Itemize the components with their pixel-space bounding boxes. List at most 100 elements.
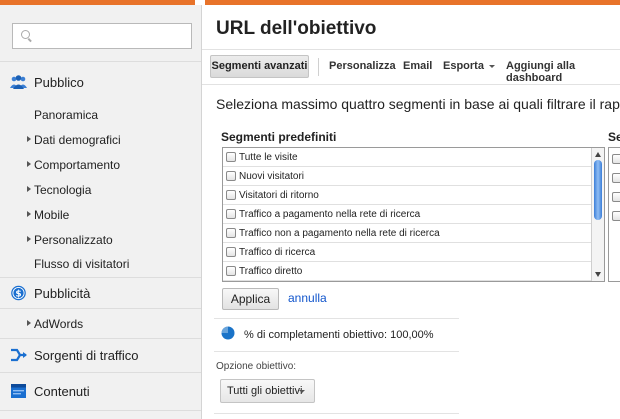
sidebar: Pubblico Panoramica Dati demografici Com… bbox=[0, 5, 202, 419]
content-icon bbox=[11, 384, 26, 398]
sidebar-section-label: Pubblico bbox=[34, 75, 84, 90]
sidebar-item-label: Dati demografici bbox=[34, 133, 121, 147]
sidebar-item-custom[interactable]: Personalizzato bbox=[0, 229, 201, 251]
divider bbox=[0, 308, 201, 309]
sidebar-item-adwords[interactable]: AdWords bbox=[0, 313, 201, 335]
scrollbar-thumb[interactable] bbox=[594, 160, 602, 220]
advanced-segments-button[interactable]: Segmenti avanzati bbox=[210, 55, 309, 78]
divider bbox=[214, 351, 459, 352]
dollar-icon: $ bbox=[11, 285, 26, 301]
segment-checkbox[interactable] bbox=[226, 152, 236, 162]
sidebar-item-label: Comportamento bbox=[34, 158, 121, 172]
sidebar-section-traffic-sources[interactable]: Sorgenti di traffico bbox=[0, 340, 201, 370]
sidebar-section-label: Sorgenti di traffico bbox=[34, 348, 139, 363]
toolbar-divider bbox=[318, 58, 319, 76]
expand-arrow-icon bbox=[27, 161, 31, 167]
goal-option-label: Opzione obiettivo: bbox=[216, 361, 297, 372]
segment-checkbox[interactable] bbox=[226, 247, 236, 257]
page-title: URL dell'obiettivo bbox=[216, 18, 377, 39]
export-button[interactable]: Esporta bbox=[443, 60, 495, 72]
divider bbox=[214, 413, 459, 414]
segment-checkbox[interactable] bbox=[612, 211, 620, 221]
sidebar-search[interactable] bbox=[12, 23, 192, 49]
expand-arrow-icon bbox=[27, 186, 31, 192]
add-to-dashboard-button[interactable]: Aggiungi alla dashboard bbox=[506, 60, 620, 84]
sidebar-item-visitors-flow[interactable]: Flusso di visitatori bbox=[0, 253, 201, 275]
sidebar-item-behavior[interactable]: Comportamento bbox=[0, 154, 201, 176]
segment-row[interactable]: Visitatori di ritorno bbox=[223, 186, 591, 205]
chevron-down-icon bbox=[488, 64, 495, 68]
predefined-segments-heading: Segmenti predefiniti bbox=[221, 130, 337, 144]
search-icon bbox=[21, 30, 30, 39]
sidebar-item-technology[interactable]: Tecnologia bbox=[0, 179, 201, 201]
expand-arrow-icon bbox=[27, 136, 31, 142]
divider bbox=[0, 410, 201, 411]
segment-label: Traffico diretto bbox=[239, 266, 303, 277]
segment-label: Visitatori di ritorno bbox=[239, 190, 319, 201]
expand-arrow-icon bbox=[27, 236, 31, 242]
sidebar-item-label: Mobile bbox=[34, 208, 70, 222]
segment-checkbox[interactable] bbox=[226, 171, 236, 181]
pie-chart-icon bbox=[221, 326, 235, 340]
sidebar-item-mobile[interactable]: Mobile bbox=[0, 204, 201, 226]
sidebar-section-label: Contenuti bbox=[34, 384, 90, 399]
segment-label: Traffico a pagamento nella rete di ricer… bbox=[239, 209, 421, 220]
custom-segments-list[interactable] bbox=[608, 147, 620, 282]
segment-checkbox[interactable] bbox=[226, 209, 236, 219]
segment-row[interactable]: Nuovi visitatori bbox=[223, 167, 591, 186]
export-label: Esporta bbox=[443, 60, 484, 72]
divider bbox=[0, 61, 201, 62]
divider bbox=[214, 318, 459, 319]
expand-arrow-icon bbox=[27, 211, 31, 217]
segment-checkbox[interactable] bbox=[226, 190, 236, 200]
sidebar-item-label: AdWords bbox=[34, 317, 84, 331]
sidebar-item-label: Flusso di visitatori bbox=[34, 257, 130, 271]
report-toolbar: Segmenti avanzati Personalizza Email Esp… bbox=[202, 49, 620, 85]
sidebar-item-label: Panoramica bbox=[34, 108, 99, 122]
customize-button[interactable]: Personalizza bbox=[329, 60, 396, 72]
traffic-sources-icon bbox=[11, 348, 27, 362]
apply-button[interactable]: Applica bbox=[222, 288, 279, 310]
main-content: URL dell'obiettivo Segmenti avanzati Per… bbox=[202, 5, 620, 419]
sidebar-section-label: Pubblicità bbox=[34, 286, 91, 301]
scroll-up-icon[interactable] bbox=[595, 152, 601, 157]
divider bbox=[0, 338, 201, 339]
segment-checkbox[interactable] bbox=[612, 173, 620, 183]
segment-row[interactable]: Traffico di ricerca bbox=[223, 243, 591, 262]
segment-row[interactable]: Traffico non a pagamento nella rete di r… bbox=[223, 224, 591, 243]
custom-segments-heading: Se bbox=[608, 130, 620, 144]
svg-text:$: $ bbox=[15, 290, 21, 300]
segments-scrollbar[interactable] bbox=[591, 148, 604, 281]
sidebar-item-label: Tecnologia bbox=[34, 183, 92, 197]
predefined-segments-list[interactable]: Tutte le visite Nuovi visitatori Visitat… bbox=[222, 147, 605, 282]
cancel-link[interactable]: annulla bbox=[288, 291, 327, 305]
chevron-down-icon bbox=[299, 390, 305, 393]
segment-row[interactable]: Traffico diretto bbox=[223, 262, 591, 281]
segment-row[interactable]: Traffico a pagamento nella rete di ricer… bbox=[223, 205, 591, 224]
sidebar-section-audience[interactable]: Pubblico bbox=[0, 67, 201, 97]
search-input[interactable] bbox=[35, 27, 189, 47]
sidebar-item-demographics[interactable]: Dati demografici bbox=[0, 129, 201, 151]
goal-option-select[interactable]: Tutti gli obiettivi bbox=[220, 379, 315, 403]
segment-checkbox[interactable] bbox=[226, 228, 236, 238]
segment-label: Traffico di ricerca bbox=[239, 247, 316, 258]
scroll-down-icon[interactable] bbox=[595, 272, 601, 277]
goal-select-value: Tutti gli obiettivi bbox=[227, 385, 303, 397]
sidebar-section-advertising[interactable]: $ Pubblicità bbox=[0, 278, 201, 308]
goal-completion-summary: % di completamenti obiettivo: 100,00% bbox=[244, 329, 434, 341]
audience-icon bbox=[10, 75, 27, 89]
segment-label: Tutte le visite bbox=[239, 152, 298, 163]
sidebar-section-content[interactable]: Contenuti bbox=[0, 376, 201, 406]
segment-checkbox[interactable] bbox=[612, 192, 620, 202]
segment-row[interactable]: Tutte le visite bbox=[223, 148, 591, 167]
segments-instruction: Seleziona massimo quattro segmenti in ba… bbox=[216, 96, 620, 112]
sidebar-item-label: Personalizzato bbox=[34, 233, 113, 247]
sidebar-item-overview[interactable]: Panoramica bbox=[0, 104, 201, 126]
segment-label: Nuovi visitatori bbox=[239, 171, 305, 182]
divider bbox=[0, 372, 201, 373]
segment-label: Traffico non a pagamento nella rete di r… bbox=[239, 228, 440, 239]
segment-checkbox[interactable] bbox=[226, 266, 236, 276]
segment-checkbox[interactable] bbox=[612, 154, 620, 164]
email-button[interactable]: Email bbox=[403, 60, 432, 72]
expand-arrow-icon bbox=[27, 320, 31, 326]
